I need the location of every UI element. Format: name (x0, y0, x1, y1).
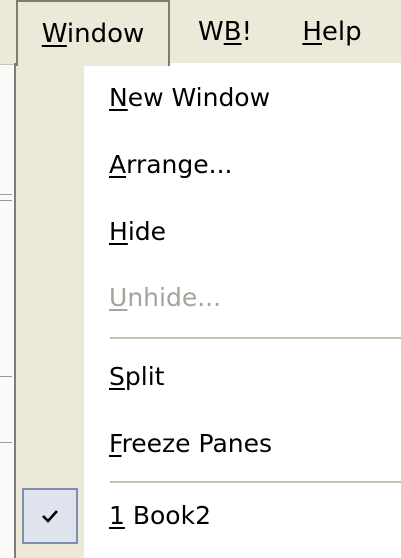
menu-item-freeze-panes[interactable]: Freeze Panes (84, 412, 401, 476)
menu-item-hide-hotkey: H (109, 217, 128, 246)
menu-item-unhide-text: nhide... (127, 283, 222, 312)
menu-item-new-window-hotkey: N (109, 83, 128, 112)
menu-separator (110, 337, 401, 339)
menu-item-unhide-label: Unhide... (109, 266, 221, 330)
menu-item-arrange-label: Arrange... (109, 133, 232, 197)
background-gridline (0, 442, 12, 443)
menu-item-freeze-panes-label: Freeze Panes (109, 412, 272, 476)
menu-window-hotkey: W (41, 19, 67, 49)
checked-indicator (22, 488, 78, 544)
menu-item-hide-text: ide (127, 217, 167, 246)
menu-item-book2[interactable]: 1 Book2 (84, 484, 401, 548)
menu-window[interactable]: Window (16, 0, 170, 66)
menu-item-split-hotkey: S (109, 362, 125, 391)
menu-item-freeze-panes-hotkey: F (109, 429, 122, 458)
menu-item-hide[interactable]: Hide (84, 200, 401, 264)
menu-item-unhide[interactable]: Unhide... (84, 266, 401, 330)
menu-item-freeze-panes-text: reeze Panes (121, 429, 273, 458)
menu-wb-label: ! (241, 17, 252, 47)
menu-item-arrange-text: rrange... (126, 150, 233, 179)
menu-bar: Window WB! Help (0, 0, 401, 66)
menu-item-split[interactable]: Split (84, 345, 401, 409)
menu-item-hide-label: Hide (109, 200, 166, 264)
menu-wb-prefix: W (198, 17, 224, 47)
window-menu-dropdown: New Window Arrange... Hide Unhide... Spl… (14, 63, 401, 558)
menu-item-new-window-text: ew Window (127, 83, 271, 112)
menu-window-label: indow (66, 19, 145, 49)
menu-wb[interactable]: WB! (180, 0, 270, 64)
background-gridline (0, 376, 12, 377)
menu-item-new-window[interactable]: New Window (84, 66, 401, 130)
menu-item-book2-hotkey: 1 (109, 501, 125, 530)
menu-help[interactable]: Help (282, 0, 382, 64)
checkmark-icon (42, 510, 58, 523)
menu-item-split-label: Split (109, 345, 164, 409)
background-sheet-edge (0, 64, 14, 558)
background-gridline (0, 200, 12, 201)
menu-item-unhide-hotkey: U (109, 283, 128, 312)
background-gridline (0, 194, 12, 195)
menu-help-hotkey: H (302, 17, 322, 47)
menu-item-new-window-label: New Window (109, 66, 270, 130)
menu-icon-gutter (16, 63, 84, 558)
menu-wb-hotkey: B (223, 17, 242, 47)
menu-item-arrange-hotkey: A (109, 150, 127, 179)
menu-separator (110, 481, 401, 483)
menu-help-label: elp (321, 17, 362, 47)
menu-item-book2-label: 1 Book2 (109, 484, 211, 548)
menu-item-split-text: plit (124, 362, 165, 391)
menu-item-arrange[interactable]: Arrange... (84, 133, 401, 197)
menu-item-book2-text: Book2 (124, 501, 211, 530)
